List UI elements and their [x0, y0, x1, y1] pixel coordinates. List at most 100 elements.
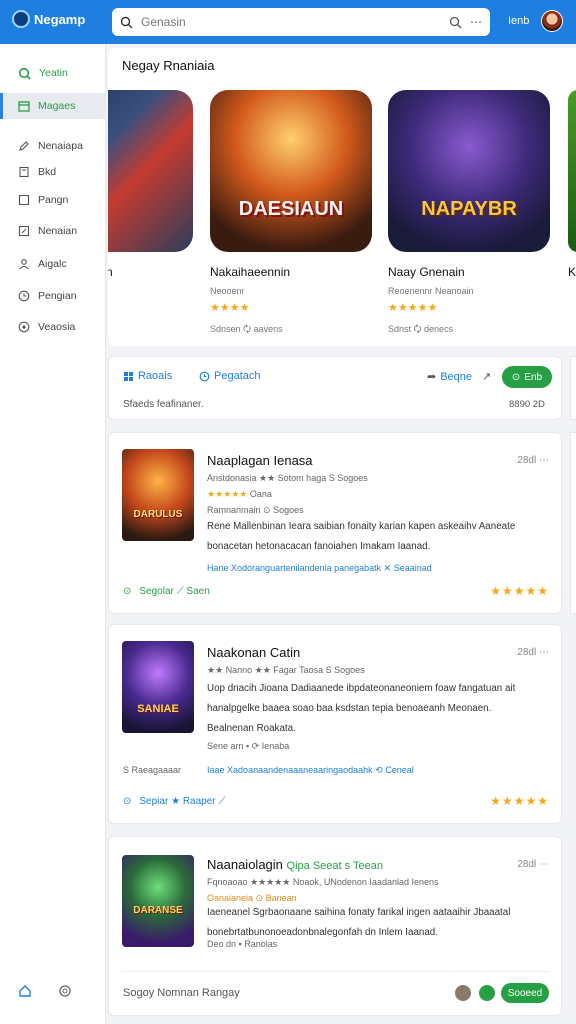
search-input[interactable]: [141, 15, 441, 29]
search-icon: [120, 16, 133, 29]
app-description: Rene Mallenbinan Ieara saibian fonaity k…: [207, 521, 516, 552]
rating-stars: ★★★★★: [490, 794, 549, 808]
share-arrow-icon: ➦: [427, 371, 437, 383]
partial-left-label: n: [108, 265, 113, 279]
attach-icon[interactable]: [455, 985, 471, 1001]
carousel-tile-1[interactable]: NAPAYBR: [388, 90, 550, 252]
app-meta: ★★ Nanno ★★ Fagar Taosa S Sogoes: [207, 665, 365, 675]
app-card: DARANSE Naanaiolagin Qipa Seeat s Teean …: [108, 836, 562, 1016]
edit-square-icon: [18, 225, 30, 237]
tile-stars: ★★★★★: [388, 302, 438, 314]
share-description: Sfaeds feafinaner.: [123, 399, 204, 410]
share-link[interactable]: ➦ Beqne ↗: [427, 370, 491, 384]
square-icon: [18, 194, 30, 206]
top-bar: Negamp ⋯ Ienb: [0, 0, 576, 44]
app-meta-secondary: Ramnanmain ⊙ Sogoes: [207, 505, 304, 515]
check-circle-icon: ⊙: [511, 371, 521, 383]
app-title[interactable]: Naanaiolagin Qipa Seeat s Teean: [207, 857, 383, 872]
sidebar-item-0[interactable]: Yeatin: [0, 60, 106, 86]
sidebar: Yeatin Magaes Nenaiapa Bkd Pangn Nenaian…: [0, 44, 106, 1024]
book-icon: [19, 166, 29, 178]
grid-icon: [124, 371, 133, 381]
share-count: 8890 2D: [509, 399, 545, 410]
info-circle-icon: ⊙: [123, 796, 132, 807]
more-options-icon[interactable]: ⋯: [470, 15, 482, 29]
reply-button[interactable]: Sooeed: [501, 983, 549, 1003]
sidebar-item-3[interactable]: Bkd: [0, 159, 106, 185]
sidebar-item-2[interactable]: Nenaiapa: [0, 133, 106, 159]
reply-input[interactable]: Sogoy Nomnan Rangay: [123, 987, 240, 999]
check-circle-icon: ⊙: [123, 586, 132, 597]
clock-icon: [18, 290, 30, 302]
app-meta: Fqnoaoao ★★★★★ Noaok, UNodenon Iaadanlad…: [207, 877, 439, 887]
app-extra: Bealnenan Roakata.: [207, 723, 296, 734]
divider: [121, 971, 549, 972]
tile-title[interactable]: Naay Gnenain: [388, 265, 465, 279]
thumbnail-art-text: DARANSE: [133, 905, 183, 916]
sidebar-item-7[interactable]: Pengian: [0, 283, 106, 309]
account-label[interactable]: Ienb: [508, 15, 529, 27]
tile-meta: Sdnst 🗘 denecs: [388, 324, 454, 334]
more-options-icon[interactable]: ⋯: [539, 455, 549, 466]
card-actions[interactable]: ⊙ Sepiar ★ Raaper ⟋: [123, 796, 225, 807]
card-time: 28dl ⋯: [517, 859, 549, 870]
card-actions[interactable]: ⊙ Segolar ⟋ Saen: [123, 586, 210, 597]
avatar[interactable]: [541, 10, 564, 32]
enb-button[interactable]: ⊙ Enb: [502, 366, 552, 388]
carousel-tile-partial-right[interactable]: [568, 90, 576, 252]
carousel-tile-0[interactable]: DAESIAUN: [210, 90, 372, 252]
thumbnail-art-text: SANIAE: [137, 703, 179, 715]
calendar-icon: [18, 101, 30, 112]
sidebar-item-1[interactable]: Magaes: [0, 93, 106, 119]
card-link[interactable]: Iaae Xadoanaandenaaaneaaringaodaahk ⟲ Ce…: [207, 765, 414, 776]
thumbnail-art-text: DARULUS: [133, 509, 183, 520]
app-meta-secondary: Sene arn ▪ ⟳ Ienaba: [207, 741, 290, 751]
tile-subtitle: Reoenennr Neanoain: [388, 286, 474, 296]
home-icon[interactable]: [18, 984, 32, 998]
app-meta-rating: ★★★★★ Oana: [207, 489, 272, 499]
app-card: SANIAE Naakonan Catin 28dl ⋯ ★★ Nanno ★★…: [108, 624, 562, 824]
expand-arrow-icon[interactable]: ↗: [482, 370, 491, 383]
emoji-icon[interactable]: [479, 985, 495, 1001]
sidebar-item-5[interactable]: Nenaian: [0, 218, 106, 244]
card-time: 28dl ⋯: [517, 647, 549, 658]
side-note: S Raeagaaaar: [123, 765, 182, 775]
app-meta-tertiary: Deo dn ▪ Ranolas: [207, 939, 278, 949]
featured-section: Negay Rnaniaia n DAESIAUN Nakaihaeennin …: [108, 48, 576, 346]
card-link[interactable]: Hane Xodoranguartenilandenia panegabatk …: [207, 563, 432, 574]
user-icon: [19, 259, 29, 270]
tile-title[interactable]: Nakaihaeennin: [210, 265, 290, 279]
settings-icon[interactable]: [58, 984, 72, 998]
more-options-icon[interactable]: ⋯: [539, 859, 549, 870]
raoais-link[interactable]: Raoais: [123, 370, 172, 382]
tile-art-text: NAPAYBR: [421, 198, 517, 220]
pen-icon: [19, 141, 29, 151]
app-meta: Anstdonasia ★★ Sotom haga S Sogoes: [207, 473, 368, 483]
app-title[interactable]: Naaplagan Ienasa: [207, 453, 313, 468]
tile-meta: Sdnsen 🗘 aavens: [210, 324, 283, 334]
app-thumbnail[interactable]: DARANSE: [122, 855, 194, 947]
app-description: Iaeneanel Sgrbaonaane saihina fonaty far…: [207, 907, 511, 938]
carousel-tile-partial-left[interactable]: [108, 90, 193, 252]
sidebar-item-8[interactable]: Veaosia: [0, 314, 106, 340]
app-logo[interactable]: Negamp: [12, 10, 85, 28]
search-submit-icon[interactable]: [449, 16, 462, 29]
app-name: Negamp: [34, 11, 86, 27]
app-thumbnail[interactable]: SANIAE: [122, 641, 194, 733]
more-options-icon[interactable]: ⋯: [539, 647, 549, 658]
rating-stars: ★★★★★: [490, 584, 549, 598]
sidebar-item-4[interactable]: Pangn: [0, 187, 106, 213]
search-icon: [18, 67, 31, 80]
app-card: DARULUS Naaplagan Ienasa 28dl ⋯ Anstdona…: [108, 432, 562, 614]
sidebar-item-6[interactable]: Aigalc: [0, 251, 106, 277]
app-title[interactable]: Naakonan Catin: [207, 645, 300, 660]
app-thumbnail[interactable]: DARULUS: [122, 449, 194, 541]
partial-edge-card: [570, 356, 576, 420]
search-bar: ⋯: [112, 8, 490, 36]
featured-title: Negay Rnaniaia: [122, 58, 215, 73]
app-description: Uop dnacih Jioana Dadiaanede ibpdateonan…: [207, 683, 516, 714]
share-card: Raoais Pegatach ➦ Beqne ↗ ⊙ Enb Sfaeds f…: [108, 356, 562, 420]
pegatach-link[interactable]: Pegatach: [199, 370, 260, 382]
clock-icon: [199, 371, 210, 381]
tile-stars: ★★★★: [210, 302, 250, 314]
